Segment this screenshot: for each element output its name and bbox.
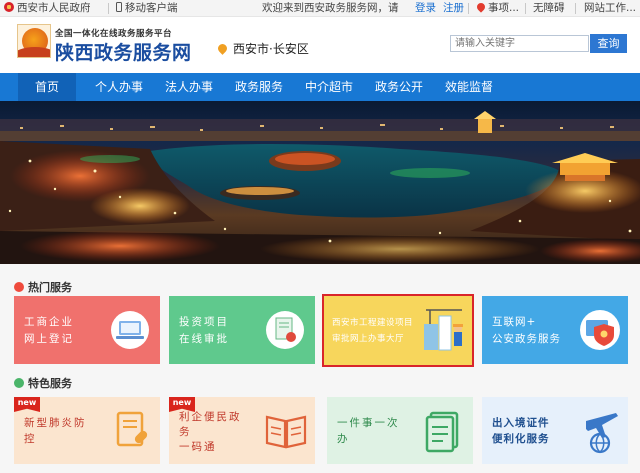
airplane-globe-icon: [586, 413, 618, 454]
mobile-client-link[interactable]: 移动客户端: [116, 1, 178, 16]
nav-item-legal-person[interactable]: 法人办事: [156, 73, 222, 101]
laptop-icon: [111, 311, 149, 349]
hot-services-title: 热门服务: [14, 279, 72, 295]
police-shield-icon: [580, 310, 620, 350]
search-button[interactable]: 查询: [590, 34, 627, 53]
top-bar: 西安市人民政府 移动客户端 欢迎来到西安政务服务网，请 登录 注册 事项... …: [0, 0, 640, 17]
nav-item-gov-disclosure[interactable]: 政务公开: [366, 73, 432, 101]
divider: [575, 3, 576, 14]
document-stamp-icon: [266, 311, 304, 349]
nav-item-gov-service[interactable]: 政务服务: [226, 73, 292, 101]
card-covid-prevention[interactable]: new 新型肺炎防 控: [14, 397, 160, 464]
divider: [525, 3, 526, 14]
divider: [108, 3, 109, 14]
divider: [468, 3, 469, 14]
services-section: 热门服务 工商企业 网上登记 投资项目 在线审批 西安市工程建设项目 审批网上办…: [0, 264, 640, 473]
phone-icon: [116, 2, 122, 12]
nav-item-home[interactable]: 首页: [18, 73, 76, 101]
featured-services-title: 特色服务: [14, 375, 72, 391]
site-logo[interactable]: [17, 24, 51, 58]
location-pin-icon: [216, 42, 229, 55]
star-badge-icon: [14, 378, 24, 388]
location-pin-icon: [475, 1, 487, 13]
hero-banner[interactable]: [0, 101, 640, 264]
feedback-link[interactable]: 事项...: [475, 1, 519, 16]
gov-link[interactable]: 西安市人民政府: [4, 1, 91, 16]
card-one-code-pass[interactable]: new 利企便民政 务 一码通: [169, 397, 315, 464]
nav-item-agency-market[interactable]: 中介超市: [296, 73, 362, 101]
national-emblem-icon: [4, 2, 14, 12]
site-tools-link[interactable]: 网站工作...: [584, 1, 636, 16]
site-name[interactable]: 陕西政务服务网: [55, 38, 192, 65]
main-nav: 首页 个人办事 法人办事 政务服务 中介超市 政务公开 效能监督: [0, 73, 640, 101]
nav-item-personal[interactable]: 个人办事: [86, 73, 152, 101]
card-investment-approval[interactable]: 投资项目 在线审批: [169, 296, 315, 364]
accessibility-link[interactable]: 无障碍: [533, 1, 565, 16]
card-one-thing-once[interactable]: 一件事一次 办: [327, 397, 473, 464]
card-exit-entry-documents[interactable]: 出入境证件 便利化服务: [482, 397, 628, 464]
register-link[interactable]: 注册: [443, 1, 464, 16]
open-book-icon: [265, 415, 307, 449]
site-header: 全国一体化在线政务服务平台 陕西政务服务网 西安市·长安区 查询: [0, 18, 640, 73]
search-input[interactable]: [450, 35, 589, 52]
location-selector[interactable]: 西安市·长安区: [216, 40, 309, 57]
flame-icon: [14, 282, 24, 292]
login-link[interactable]: 登录: [415, 1, 436, 16]
medical-document-icon: [116, 411, 148, 447]
card-internet-police-service[interactable]: 互联网+ 公安政务服务: [482, 296, 628, 364]
construction-building-icon: [424, 309, 463, 351]
night-city-image: [0, 111, 640, 264]
card-business-registration[interactable]: 工商企业 网上登记: [14, 296, 160, 364]
card-engineering-approval-hall[interactable]: 西安市工程建设项目 审批网上办事大厅: [322, 294, 474, 367]
nav-item-efficiency[interactable]: 效能监督: [436, 73, 502, 101]
welcome-text: 欢迎来到西安政务服务网，请: [262, 2, 399, 14]
document-list-icon: [425, 411, 459, 453]
new-badge: new: [14, 397, 40, 412]
